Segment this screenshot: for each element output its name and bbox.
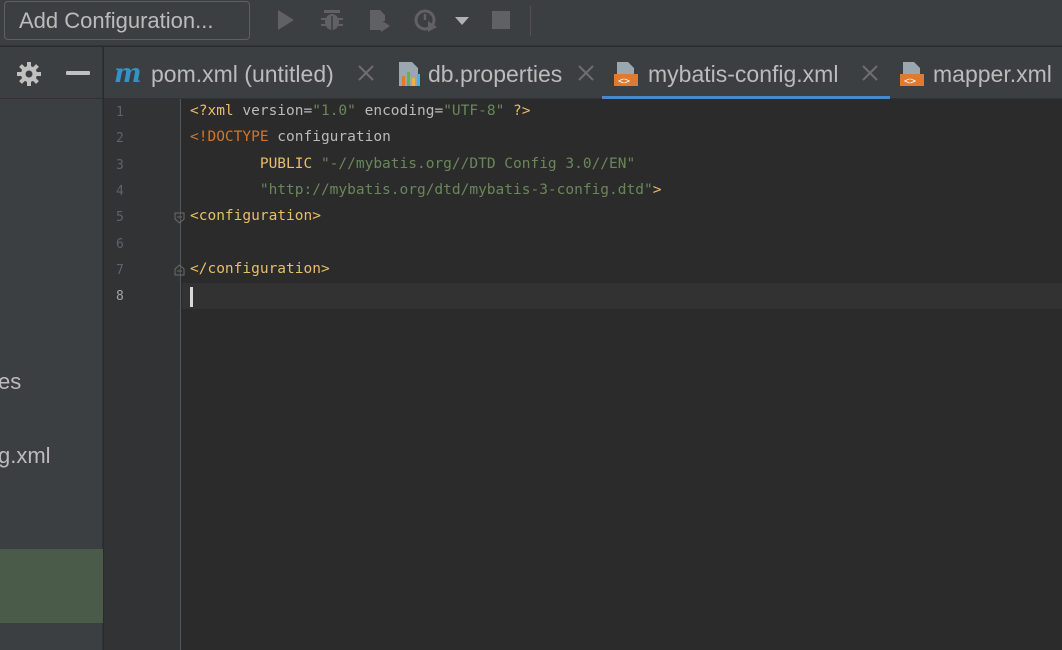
svg-text:m: m: [114, 60, 142, 88]
fold-marker-icon[interactable]: [174, 212, 185, 224]
tab-db-properties[interactable]: db.properties: [386, 47, 602, 99]
toolbar-separator: [530, 6, 531, 36]
code-editor[interactable]: 1 2 3 4 5 6 7 8 <?xml version="1.0" enco…: [104, 99, 1062, 650]
debug-icon[interactable]: [320, 8, 344, 32]
project-panel-header: [0, 47, 103, 99]
svg-text:<>: <>: [618, 76, 630, 87]
run-with-coverage-icon[interactable]: [367, 8, 391, 32]
project-tree-item-partial[interactable]: g.xml: [0, 443, 51, 469]
line-number: 1: [116, 105, 124, 120]
close-icon[interactable]: [356, 63, 376, 83]
stop-icon[interactable]: [489, 8, 513, 32]
run-options-dropdown-icon[interactable]: [452, 11, 472, 31]
main-toolbar: Add Configuration...: [0, 0, 1062, 46]
line-number: 4: [116, 184, 124, 199]
project-tree-selected-row[interactable]: [0, 549, 103, 623]
svg-text:<>: <>: [904, 76, 916, 87]
line-number: 5: [116, 210, 124, 225]
current-line-highlight: [182, 283, 1062, 309]
project-tool-window: es g.xml: [0, 47, 103, 650]
code-line-2: <!DOCTYPE configuration: [190, 129, 391, 145]
code-line-4: "http://mybatis.org/dtd/mybatis-3-config…: [190, 182, 662, 198]
add-configuration-button[interactable]: Add Configuration...: [4, 1, 250, 40]
code-line-5: <configuration>: [190, 208, 321, 224]
line-number: 2: [116, 131, 124, 146]
code-line-1: <?xml version="1.0" encoding="UTF-8" ?>: [190, 103, 531, 119]
tab-mybatis-config-xml[interactable]: <> mybatis-config.xml: [602, 47, 890, 100]
tab-mapper-xml[interactable]: <> mapper.xml: [890, 47, 1062, 99]
tab-pom-xml[interactable]: m pom.xml (untitled): [104, 47, 386, 99]
xml-file-icon: <>: [614, 62, 638, 87]
maven-icon: m: [114, 60, 142, 88]
close-icon[interactable]: [576, 63, 596, 83]
profile-icon[interactable]: [414, 8, 438, 32]
project-tree-item-partial[interactable]: es: [0, 369, 21, 395]
code-line-3: PUBLIC "-//mybatis.org//DTD Config 3.0//…: [190, 156, 636, 172]
editor-tabs: m pom.xml (untitled) db.properties <> my…: [104, 47, 1062, 100]
gear-icon[interactable]: [16, 61, 42, 87]
minimize-icon[interactable]: [66, 71, 90, 75]
code-line-7: </configuration>: [190, 261, 330, 277]
close-icon[interactable]: [860, 63, 880, 83]
fold-end-marker-icon[interactable]: [174, 264, 185, 276]
run-icon[interactable]: [273, 8, 297, 32]
editor-gutter: 1 2 3 4 5 6 7 8: [104, 99, 185, 650]
line-number: 6: [116, 237, 124, 252]
line-number: 7: [116, 263, 124, 278]
line-number: 3: [116, 158, 124, 173]
text-caret: [190, 287, 193, 307]
properties-icon: [399, 62, 420, 86]
xml-file-icon: <>: [900, 62, 924, 87]
line-number-current: 8: [116, 289, 124, 304]
